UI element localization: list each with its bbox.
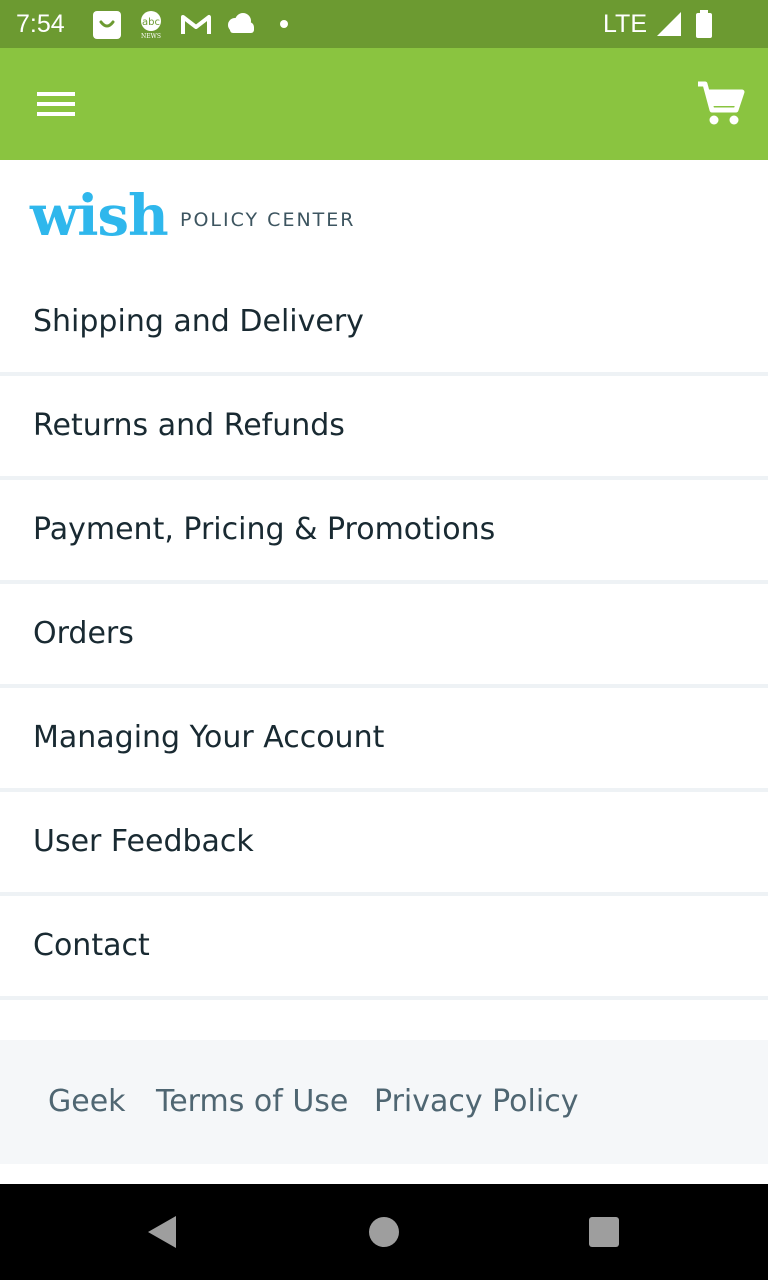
policy-menu-list: Shipping and Delivery Returns and Refund…	[0, 272, 768, 1000]
menu-item-label: Payment, Pricing & Promotions	[33, 512, 496, 547]
footer-link-geek[interactable]: Geek	[48, 1082, 126, 1122]
menu-item-label: Contact	[33, 928, 150, 963]
battery-icon	[696, 10, 712, 38]
cloud-icon	[228, 13, 254, 33]
menu-item-user-feedback[interactable]: User Feedback	[0, 792, 768, 892]
app-bar	[0, 48, 768, 160]
wish-logo[interactable]: wish	[30, 186, 169, 246]
menu-item-label: Returns and Refunds	[33, 408, 345, 443]
menu-item-label: Orders	[33, 616, 134, 651]
footer: Geek Terms of Use Privacy Policy	[0, 1040, 768, 1164]
svg-text:abc: abc	[142, 17, 160, 28]
menu-item-managing-your-account[interactable]: Managing Your Account	[0, 688, 768, 788]
svg-text:NEWS: NEWS	[141, 33, 161, 40]
shopping-bag-icon	[93, 11, 121, 39]
gmail-icon	[181, 15, 211, 34]
menu-item-contact[interactable]: Contact	[0, 896, 768, 996]
menu-item-label: User Feedback	[33, 824, 254, 859]
menu-item-payment-pricing-promotions[interactable]: Payment, Pricing & Promotions	[0, 480, 768, 580]
network-type: LTE	[603, 10, 647, 38]
footer-link-terms-of-use[interactable]: Terms of Use	[156, 1082, 348, 1122]
dot-icon	[280, 20, 288, 28]
menu-item-label: Shipping and Delivery	[33, 304, 364, 339]
menu-button[interactable]	[26, 78, 86, 130]
policy-center-header: wish POLICY CENTER	[0, 160, 768, 272]
recents-icon[interactable]	[589, 1217, 619, 1247]
menu-item-orders[interactable]: Orders	[0, 584, 768, 684]
signal-icon	[657, 12, 681, 36]
menu-item-label: Managing Your Account	[33, 720, 385, 755]
cart-button[interactable]	[692, 78, 748, 130]
page-title: POLICY CENTER	[180, 209, 356, 231]
footer-link-privacy-policy[interactable]: Privacy Policy	[374, 1082, 578, 1122]
status-bar: 7:54 abc NEWS LTE	[0, 0, 768, 48]
status-time: 7:54	[16, 10, 65, 38]
menu-item-returns-and-refunds[interactable]: Returns and Refunds	[0, 376, 768, 476]
shopping-cart-icon	[698, 81, 745, 125]
back-icon[interactable]	[144, 1214, 178, 1250]
home-icon[interactable]	[369, 1217, 399, 1247]
divider	[0, 996, 768, 1000]
menu-item-shipping-and-delivery[interactable]: Shipping and Delivery	[0, 272, 768, 372]
hamburger-menu-icon	[37, 92, 75, 116]
abc-news-icon: abc NEWS	[141, 11, 161, 40]
